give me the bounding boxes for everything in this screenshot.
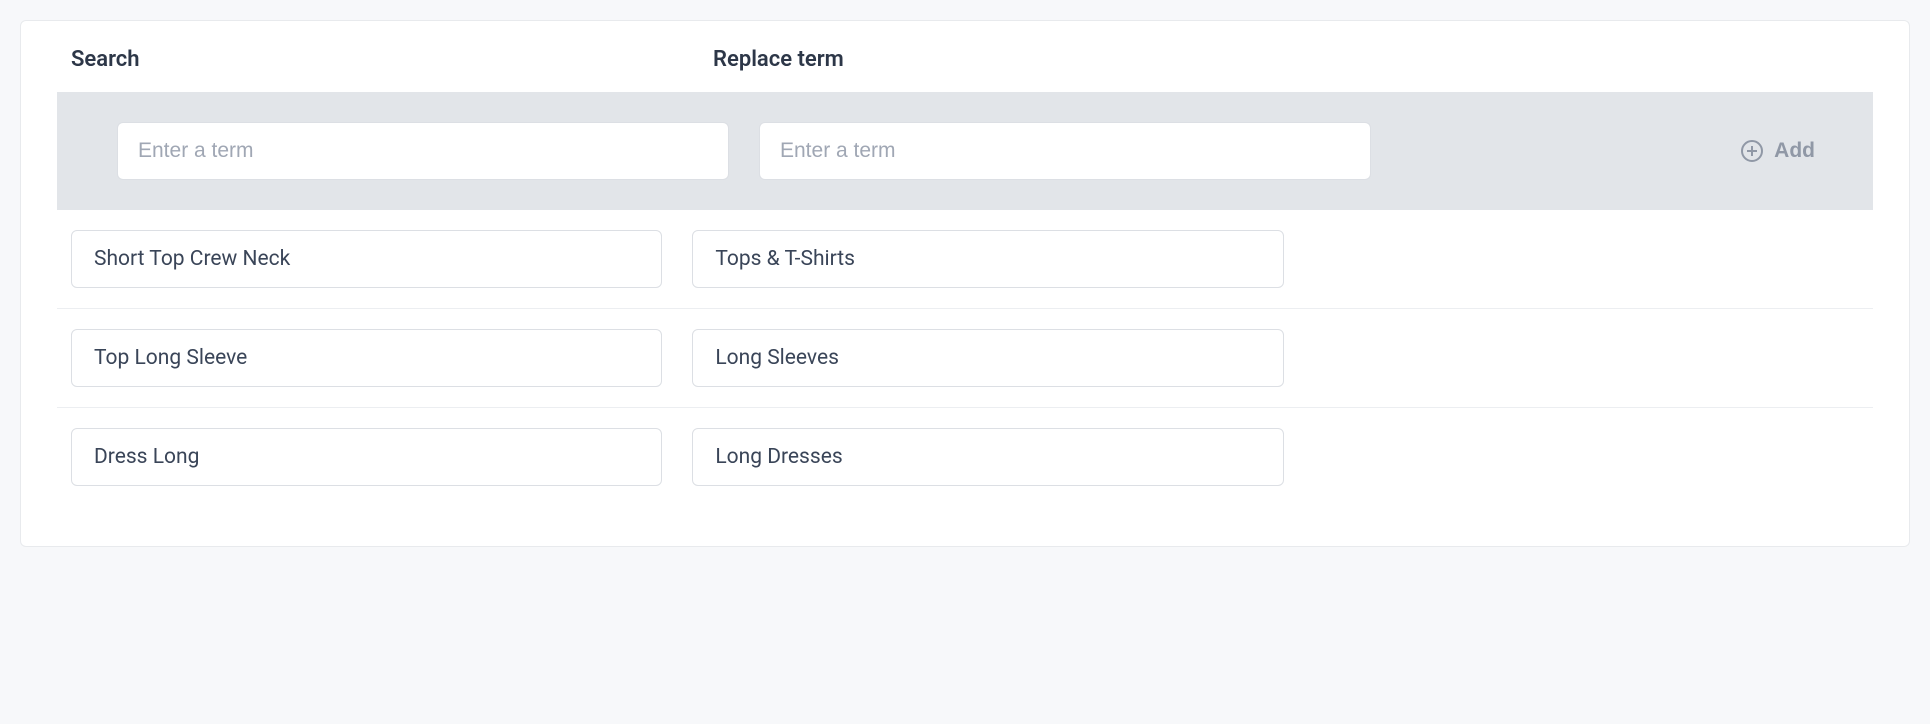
search-header-label: Search — [71, 47, 683, 72]
synonym-card: Search Replace term Add Short Top Crew N… — [20, 20, 1910, 547]
new-rule-band: Add — [57, 92, 1873, 210]
replace-term-box[interactable]: Long Dresses — [692, 428, 1283, 486]
search-term-box[interactable]: Dress Long — [71, 428, 662, 486]
row-spacer — [1314, 329, 1859, 387]
rules-list: Short Top Crew Neck Tops & T-Shirts Top Lo… — [21, 210, 1909, 546]
replace-term-box[interactable]: Tops & T-Shirts — [692, 230, 1283, 288]
header-row: Search Replace term — [21, 21, 1909, 92]
search-term-box[interactable]: Top Long Sleeve — [71, 329, 662, 387]
add-button-label: Add — [1774, 139, 1815, 163]
replace-term-box[interactable]: Long Sleeves — [692, 329, 1283, 387]
replace-header-label: Replace term — [713, 47, 1325, 72]
search-input[interactable] — [117, 122, 729, 180]
plus-circle-icon — [1740, 139, 1764, 163]
add-button[interactable]: Add — [1732, 139, 1823, 163]
rule-row: Short Top Crew Neck Tops & T-Shirts — [57, 210, 1873, 309]
replace-input[interactable] — [759, 122, 1371, 180]
search-term-box[interactable]: Short Top Crew Neck — [71, 230, 662, 288]
row-spacer — [1314, 230, 1859, 288]
row-spacer — [1314, 428, 1859, 486]
rule-row: Dress Long Long Dresses — [57, 408, 1873, 506]
rule-row: Top Long Sleeve Long Sleeves — [57, 309, 1873, 408]
